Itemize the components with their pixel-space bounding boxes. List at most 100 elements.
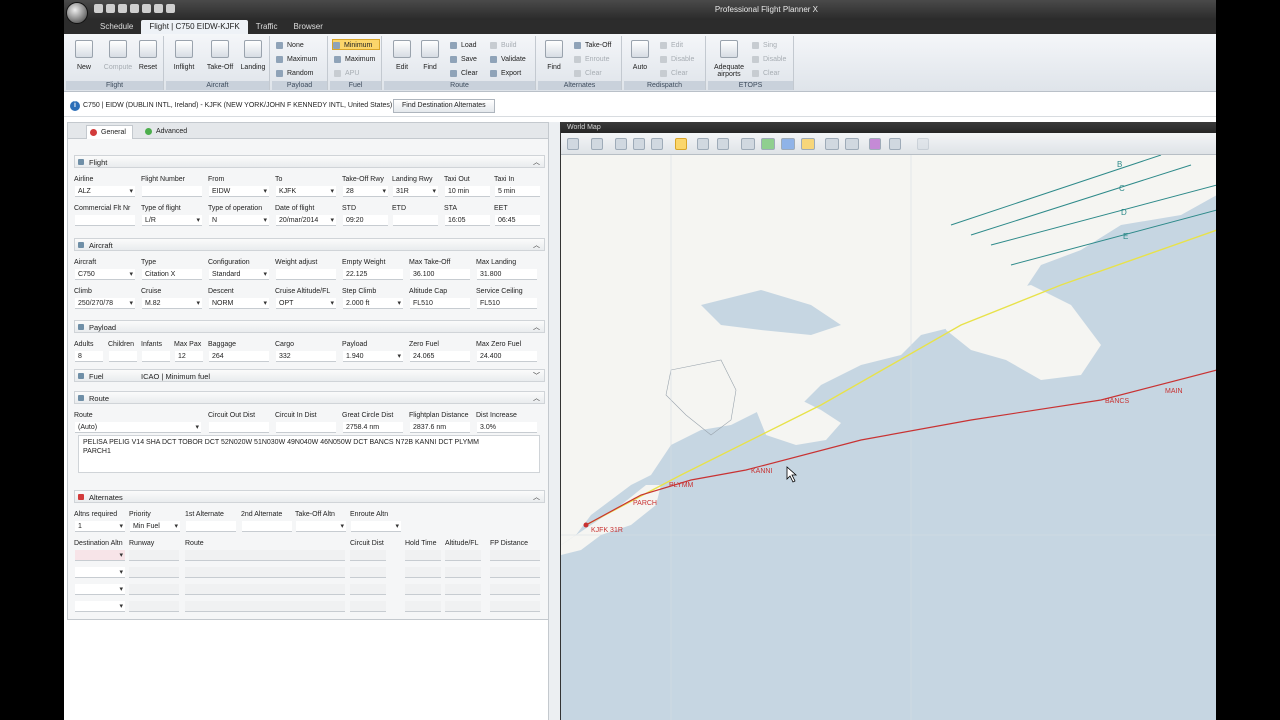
flight-row2-field-1[interactable]: L/R	[142, 215, 202, 226]
flight-row2-field-0[interactable]	[75, 215, 135, 226]
destination-alternate-select[interactable]	[75, 567, 125, 578]
high-airways-icon[interactable]	[741, 138, 755, 150]
aircraft-row1-field-5[interactable]: 36.100	[410, 269, 470, 280]
alternates-field-0[interactable]: 1	[75, 521, 125, 532]
alternates-field-2[interactable]	[186, 521, 236, 532]
pacots-icon[interactable]	[801, 138, 815, 150]
route-field-1[interactable]	[209, 422, 269, 433]
app-menu-orb-icon[interactable]	[66, 2, 88, 24]
select-tool-icon[interactable]	[675, 138, 687, 150]
waypoint-kjfk[interactable]: KJFK 31R	[591, 527, 623, 534]
flight-row1-field-6[interactable]: 10 min	[445, 186, 490, 197]
destination-alternate-select[interactable]	[75, 584, 125, 595]
compute-button[interactable]: Compute	[102, 40, 134, 71]
flight-row1-field-7[interactable]: 5 min	[495, 186, 540, 197]
tab-schedule[interactable]: Schedule	[92, 20, 141, 34]
inflight-button[interactable]: Inflight	[170, 40, 198, 71]
route-field-5[interactable]: 3.0%	[477, 422, 537, 433]
route-build-button[interactable]: Build	[490, 40, 517, 51]
section-route[interactable]: Route ︿	[74, 391, 545, 404]
alternates-clear-button[interactable]: Clear	[574, 68, 602, 79]
payload-field-8[interactable]: 24.400	[477, 351, 537, 362]
payload-field-4[interactable]: 264	[209, 351, 269, 362]
aircraft-row1-field-4[interactable]: 22.125	[343, 269, 403, 280]
aircraft-row2-field-1[interactable]: M.82	[142, 298, 202, 309]
aircraft-row2-field-2[interactable]: NORM	[209, 298, 269, 309]
world-map[interactable]: B C D E BANCS MAIN KANNI PLYMM KJFK 31R …	[561, 155, 1216, 720]
route-field-4[interactable]: 2837.6 nm	[410, 422, 470, 433]
flight-row2-field-4[interactable]: 09:20	[343, 215, 388, 226]
flight-row2-field-3[interactable]: 20/mar/2014	[276, 215, 336, 226]
fir-icon[interactable]	[825, 138, 839, 150]
tab-browser[interactable]: Browser	[286, 20, 331, 34]
destination-alternate-select[interactable]	[75, 601, 125, 612]
nat-tracks-icon[interactable]	[781, 138, 795, 150]
fuel-minimum-button[interactable]: Minimum	[332, 39, 380, 50]
tab-general[interactable]: General	[86, 125, 133, 139]
etops-disable-button[interactable]: Disable	[752, 54, 786, 65]
tab-flight[interactable]: Flight | C750 EIDW-KJFK	[141, 20, 248, 34]
redispatch-disable-button[interactable]: Disable	[660, 54, 694, 65]
grid-icon[interactable]	[845, 138, 859, 150]
flight-row2-field-6[interactable]: 16:05	[445, 215, 490, 226]
route-field-0[interactable]: (Auto)	[75, 422, 201, 433]
section-fuel[interactable]: Fuel ICAO | Minimum fuel ﹀	[74, 369, 545, 382]
waypoint-main[interactable]: MAIN	[1165, 388, 1183, 395]
route-edit-button[interactable]: Edit	[388, 40, 416, 71]
adequate-airports-button[interactable]: Adequate airports	[710, 40, 748, 78]
etops-clear-button[interactable]: Clear	[752, 68, 780, 79]
payload-random-button[interactable]: Random	[276, 68, 313, 79]
section-flight[interactable]: Flight ︿	[74, 155, 545, 168]
alternates-takeoff-button[interactable]: Take-Off	[574, 40, 611, 51]
pen-icon[interactable]	[889, 138, 901, 150]
aircraft-row2-field-4[interactable]: 2.000 ft	[343, 298, 403, 309]
link-icon[interactable]	[917, 138, 929, 150]
zoom-in-icon[interactable]	[615, 138, 627, 150]
alternates-find-button[interactable]: Find	[540, 40, 568, 71]
navaid-icon[interactable]	[697, 138, 709, 150]
payload-field-7[interactable]: 24.065	[410, 351, 470, 362]
alternates-enroute-button[interactable]: Enroute	[574, 54, 610, 65]
payload-field-0[interactable]: 8	[75, 351, 103, 362]
aircraft-row2-field-6[interactable]: FL510	[477, 298, 537, 309]
aircraft-row1-field-2[interactable]: Standard	[209, 269, 269, 280]
aircraft-row1-field-3[interactable]	[276, 269, 336, 280]
payload-field-5[interactable]: 332	[276, 351, 336, 362]
fuel-apu-button[interactable]: APU	[334, 68, 359, 79]
alternates-field-4[interactable]	[296, 521, 346, 532]
waypoint-bancs[interactable]: BANCS	[1105, 398, 1129, 405]
tab-advanced[interactable]: Advanced	[142, 125, 193, 139]
flight-row1-field-5[interactable]: 31R	[393, 186, 438, 197]
aircraft-row2-field-3[interactable]: OPT	[276, 298, 336, 309]
flight-row2-field-2[interactable]: N	[209, 215, 269, 226]
route-find-button[interactable]: Find	[416, 40, 444, 71]
payload-field-3[interactable]: 12	[175, 351, 203, 362]
route-validate-button[interactable]: Validate	[490, 54, 526, 65]
fuel-maximum-button[interactable]: Maximum	[334, 54, 375, 65]
flight-row2-field-7[interactable]: 06:45	[495, 215, 540, 226]
alternates-field-5[interactable]	[351, 521, 401, 532]
route-clear-button[interactable]: Clear	[450, 68, 478, 79]
flight-row1-field-0[interactable]: ALZ	[75, 186, 135, 197]
route-load-button[interactable]: Load	[450, 40, 477, 51]
alternates-field-3[interactable]	[242, 521, 292, 532]
payload-field-6[interactable]: 1.940	[343, 351, 403, 362]
route-field-2[interactable]	[276, 422, 336, 433]
redispatch-auto-button[interactable]: Auto	[626, 40, 654, 71]
new-button[interactable]: New	[70, 40, 98, 71]
destination-alternate-select[interactable]	[75, 550, 125, 561]
route-text-field[interactable]: PELISA PELIG V14 SHA DCT TOBOR DCT 52N02…	[78, 435, 540, 473]
section-alternates[interactable]: Alternates ︿	[74, 490, 545, 503]
payload-maximum-button[interactable]: Maximum	[276, 54, 317, 65]
etops-sing-button[interactable]: Sing	[752, 40, 777, 51]
flight-row1-field-2[interactable]: EIDW	[209, 186, 269, 197]
route-export-button[interactable]: Export	[490, 68, 521, 79]
zoom-out-icon[interactable]	[633, 138, 645, 150]
route-save-button[interactable]: Save	[450, 54, 477, 65]
aircraft-row1-field-6[interactable]: 31.800	[477, 269, 537, 280]
aircraft-row2-field-5[interactable]: FL510	[410, 298, 470, 309]
zoom-extent-icon[interactable]	[651, 138, 663, 150]
reset-button[interactable]: Reset	[134, 40, 162, 71]
payload-none-button[interactable]: None	[276, 40, 304, 51]
flight-row2-field-5[interactable]	[393, 215, 438, 226]
